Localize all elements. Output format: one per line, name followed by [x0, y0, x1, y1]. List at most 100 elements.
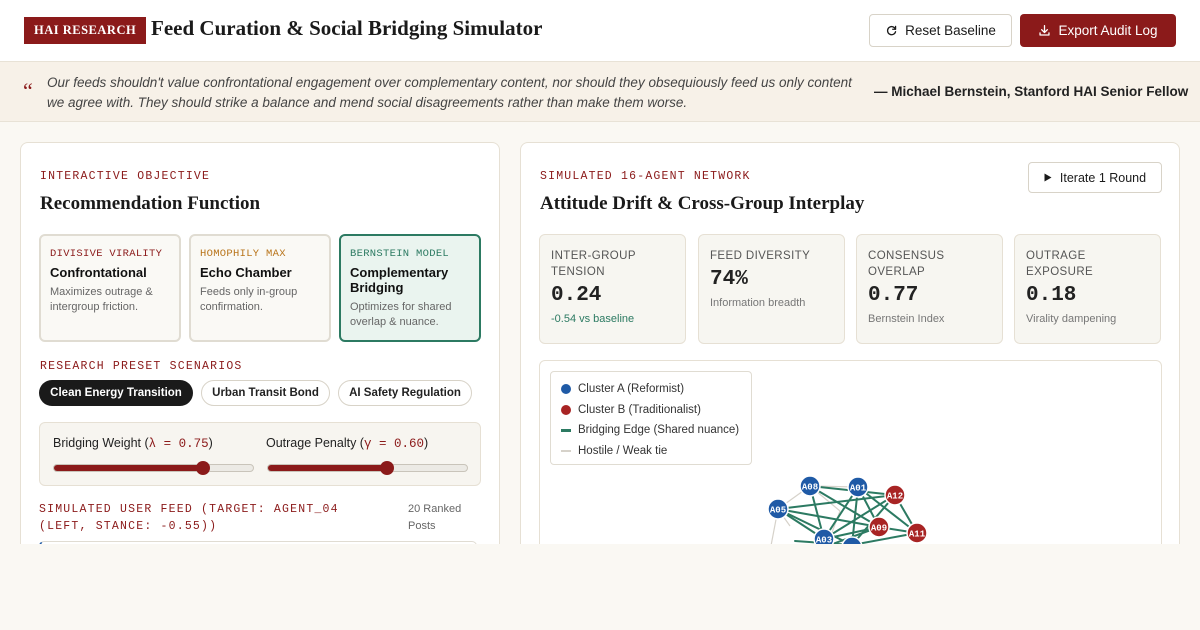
network-heading: Attitude Drift & Cross-Group Interplay — [540, 193, 865, 214]
objective-card-confrontational[interactable]: DIVISIVE VIRALITY Confrontational Maximi… — [39, 234, 181, 342]
metric-value: 0.24 — [551, 284, 602, 307]
objective-desc: Optimizes for shared overlap & nuance. — [350, 301, 452, 328]
hostile-edge-icon — [561, 450, 571, 452]
metric-label: FEED DIVERSITY — [710, 250, 811, 262]
legend-item: Cluster B (Traditionalist) — [561, 400, 741, 421]
export-audit-log-label: Export Audit Log — [1058, 23, 1158, 38]
node-label: A05 — [770, 506, 786, 516]
cluster-b-dot-icon — [561, 404, 571, 415]
node-a11[interactable]: A11 — [906, 522, 928, 544]
metric-sub: Virality dampening — [1026, 313, 1117, 325]
page-title: Feed Curation & Social Bridging Simulato… — [151, 16, 543, 40]
node-label: A11 — [909, 530, 926, 540]
node-label: A01 — [850, 484, 867, 494]
metric-value: 0.77 — [868, 284, 919, 307]
preset-chip-urban-transit[interactable]: Urban Transit Bond — [201, 380, 330, 406]
quote-attribution: — Michael Bernstein, Stanford HAI Senior… — [874, 84, 1189, 99]
reset-baseline-button[interactable]: Reset Baseline — [869, 14, 1012, 47]
node-label: A03 — [816, 536, 832, 545]
export-audit-log-button[interactable]: Export Audit Log — [1020, 14, 1176, 47]
outrage-penalty-value: γ = 0.60 — [363, 437, 424, 451]
network-graph[interactable]: A05 A08 A01 A12 A09 A11 A03 Cluster A (R… — [539, 360, 1162, 544]
metric-sub: -0.54 vs baseline — [551, 313, 635, 325]
node-a08[interactable]: A08 — [799, 475, 821, 497]
preset-chip-clean-energy[interactable]: Clean Energy Transition — [39, 380, 193, 406]
download-icon — [1039, 24, 1051, 36]
objective-tag: BERNSTEIN MODEL — [350, 248, 450, 260]
node-a05[interactable]: A05 — [767, 498, 789, 520]
metric-outrage-exposure: OUTRAGE EXPOSURE 0.18 Virality dampening — [1014, 234, 1161, 344]
metric-sub: Information breadth — [710, 297, 806, 309]
metric-value: 0.18 — [1026, 284, 1077, 307]
metric-label: INTER-GROUP TENSION — [551, 250, 636, 278]
network-panel: SIMULATED 16-AGENT NETWORK Attitude Drif… — [520, 142, 1180, 544]
network-legend: Cluster A (Reformist) Cluster B (Traditi… — [550, 371, 752, 465]
presets-eyebrow: RESEARCH PRESET SCENARIOS — [40, 360, 243, 373]
legend-label: Cluster B (Traditionalist) — [578, 403, 701, 416]
cluster-a-dot-icon — [561, 384, 571, 395]
metric-label: OUTRAGE EXPOSURE — [1026, 250, 1094, 278]
iterate-round-label: Iterate 1 Round — [1059, 170, 1147, 185]
bridging-weight-label: Bridging Weight (λ = 0.75) — [53, 436, 213, 451]
objective-eyebrow: INTERACTIVE OBJECTIVE — [40, 170, 211, 183]
brand-badge: HAI RESEARCH — [24, 17, 147, 44]
node-a12[interactable]: A12 — [884, 484, 906, 506]
feed-list — [39, 541, 477, 544]
outrage-penalty-thumb[interactable] — [380, 461, 395, 475]
outrage-penalty-fill — [268, 465, 388, 471]
quote-mark-icon: “ — [23, 78, 33, 103]
legend-item: Cluster A (Reformist) — [561, 379, 741, 400]
top-bar: HAI RESEARCH Feed Curation & Social Brid… — [0, 0, 1200, 62]
quote-banner: “ Our feeds shouldn't value confrontatio… — [0, 62, 1200, 122]
metric-sub: Bernstein Index — [868, 313, 945, 325]
quote-text: Our feeds shouldn't value confrontationa… — [47, 75, 852, 110]
metric-consensus-overlap: CONSENSUS OVERLAP 0.77 Bernstein Index — [856, 234, 1003, 344]
play-icon — [1044, 173, 1052, 182]
node-a01[interactable]: A01 — [847, 476, 869, 498]
metric-inter-group-tension: INTER-GROUP TENSION 0.24 -0.54 vs baseli… — [539, 234, 686, 344]
objective-desc: Feeds only in-group confirmation. — [200, 286, 298, 313]
node-a03[interactable]: A03 — [813, 528, 835, 545]
feed-post-count: 20 Ranked Posts — [408, 503, 462, 532]
iterate-round-button[interactable]: Iterate 1 Round — [1028, 162, 1162, 193]
outrage-penalty-slider[interactable] — [267, 461, 468, 475]
metric-label: CONSENSUS OVERLAP — [868, 250, 945, 278]
feed-eyebrow: SIMULATED USER FEED (TARGET: AGENT_04 (L… — [39, 503, 339, 533]
bridging-weight-thumb[interactable] — [196, 461, 211, 475]
bridging-weight-slider[interactable] — [53, 461, 254, 475]
recommendation-panel: INTERACTIVE OBJECTIVE Recommendation Fun… — [20, 142, 500, 544]
refresh-icon — [887, 25, 897, 36]
objective-heading: Recommendation Function — [40, 193, 261, 214]
objective-name: Echo Chamber — [200, 265, 292, 280]
legend-item: Bridging Edge (Shared nuance) — [561, 420, 741, 441]
legend-label: Hostile / Weak tie — [578, 444, 668, 457]
legend-label: Bridging Edge (Shared nuance) — [578, 424, 740, 437]
node-label: A09 — [871, 524, 887, 534]
node-a09[interactable]: A09 — [868, 516, 890, 538]
metric-value: 74% — [710, 268, 748, 291]
legend-item: Hostile / Weak tie — [561, 441, 741, 462]
objective-name: Complementary Bridging — [350, 265, 449, 295]
bridging-edge-icon — [561, 428, 571, 432]
objective-name: Confrontational — [50, 265, 147, 280]
node-label: A12 — [887, 492, 903, 502]
preset-chip-ai-safety[interactable]: AI Safety Regulation — [338, 380, 472, 406]
network-eyebrow: SIMULATED 16-AGENT NETWORK — [540, 170, 751, 183]
objective-tag: DIVISIVE VIRALITY — [50, 248, 163, 260]
objective-desc: Maximizes outrage & intergroup friction. — [50, 286, 153, 313]
bridging-weight-close: ) — [208, 436, 213, 450]
outrage-penalty-close: ) — [423, 436, 429, 450]
objective-card-complementary-bridging[interactable]: BERNSTEIN MODEL Complementary Bridging O… — [339, 234, 481, 342]
legend-label: Cluster A (Reformist) — [578, 383, 685, 396]
bridging-weight-text: Bridging Weight ( — [53, 436, 149, 450]
metric-feed-diversity: FEED DIVERSITY 74% Information breadth — [698, 234, 845, 344]
weights-slider-box: Bridging Weight (λ = 0.75) Outrage Penal… — [39, 422, 481, 486]
bridging-weight-value: λ = 0.75 — [148, 437, 209, 451]
outrage-penalty-label: Outrage Penalty (γ = 0.60) — [266, 436, 428, 451]
bridging-weight-fill — [54, 465, 204, 471]
reset-baseline-label: Reset Baseline — [905, 23, 996, 38]
objective-card-echo-chamber[interactable]: HOMOPHILY MAX Echo Chamber Feeds only in… — [189, 234, 331, 342]
objective-tag: HOMOPHILY MAX — [200, 248, 286, 260]
outrage-penalty-text: Outrage Penalty ( — [266, 436, 364, 450]
node-label: A08 — [802, 483, 818, 493]
